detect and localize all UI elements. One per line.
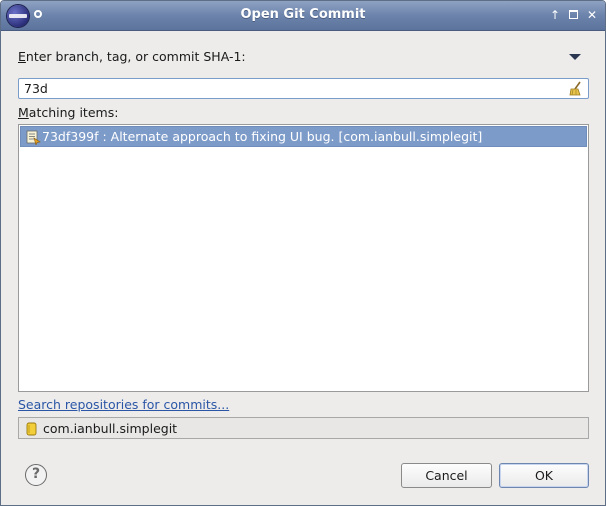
ok-button[interactable]: OK [499,463,589,488]
maximize-icon[interactable] [567,8,581,22]
title-bar[interactable]: Open Git Commit ↑ ✕ [1,1,605,31]
list-item-label: 73df399f : Alternate approach to fixing … [42,129,483,144]
dropdown-arrow-icon[interactable] [569,54,581,60]
search-repositories-link[interactable]: Search repositories for commits... [18,397,229,412]
roll-up-icon[interactable]: ↑ [548,8,562,22]
commit-search-input[interactable] [18,78,589,99]
matching-mnemonic: M [18,105,29,120]
matching-items-label: Matching items: [18,105,118,120]
list-item[interactable]: 73df399f : Alternate approach to fixing … [20,126,587,147]
open-git-commit-dialog: Open Git Commit ↑ ✕ Enter branch, tag, o… [0,0,606,506]
repository-name: com.ianbull.simplegit [43,421,178,436]
prompt-label-text: nter branch, tag, or commit SHA-1: [25,49,246,64]
clear-broom-icon[interactable] [567,80,585,98]
matching-label-text: atching items: [28,105,119,120]
matching-items-list[interactable]: 73df399f : Alternate approach to fixing … [18,124,589,392]
cancel-button[interactable]: Cancel [401,463,492,488]
help-button[interactable]: ? [25,464,47,486]
commit-icon [26,130,41,145]
close-icon[interactable]: ✕ [585,8,599,22]
repository-icon [26,422,37,436]
window-title: Open Git Commit [240,7,366,22]
status-bar: com.ianbull.simplegit [18,417,589,439]
prompt-mnemonic: E [18,49,26,64]
prompt-label: Enter branch, tag, or commit SHA-1: [18,49,246,64]
